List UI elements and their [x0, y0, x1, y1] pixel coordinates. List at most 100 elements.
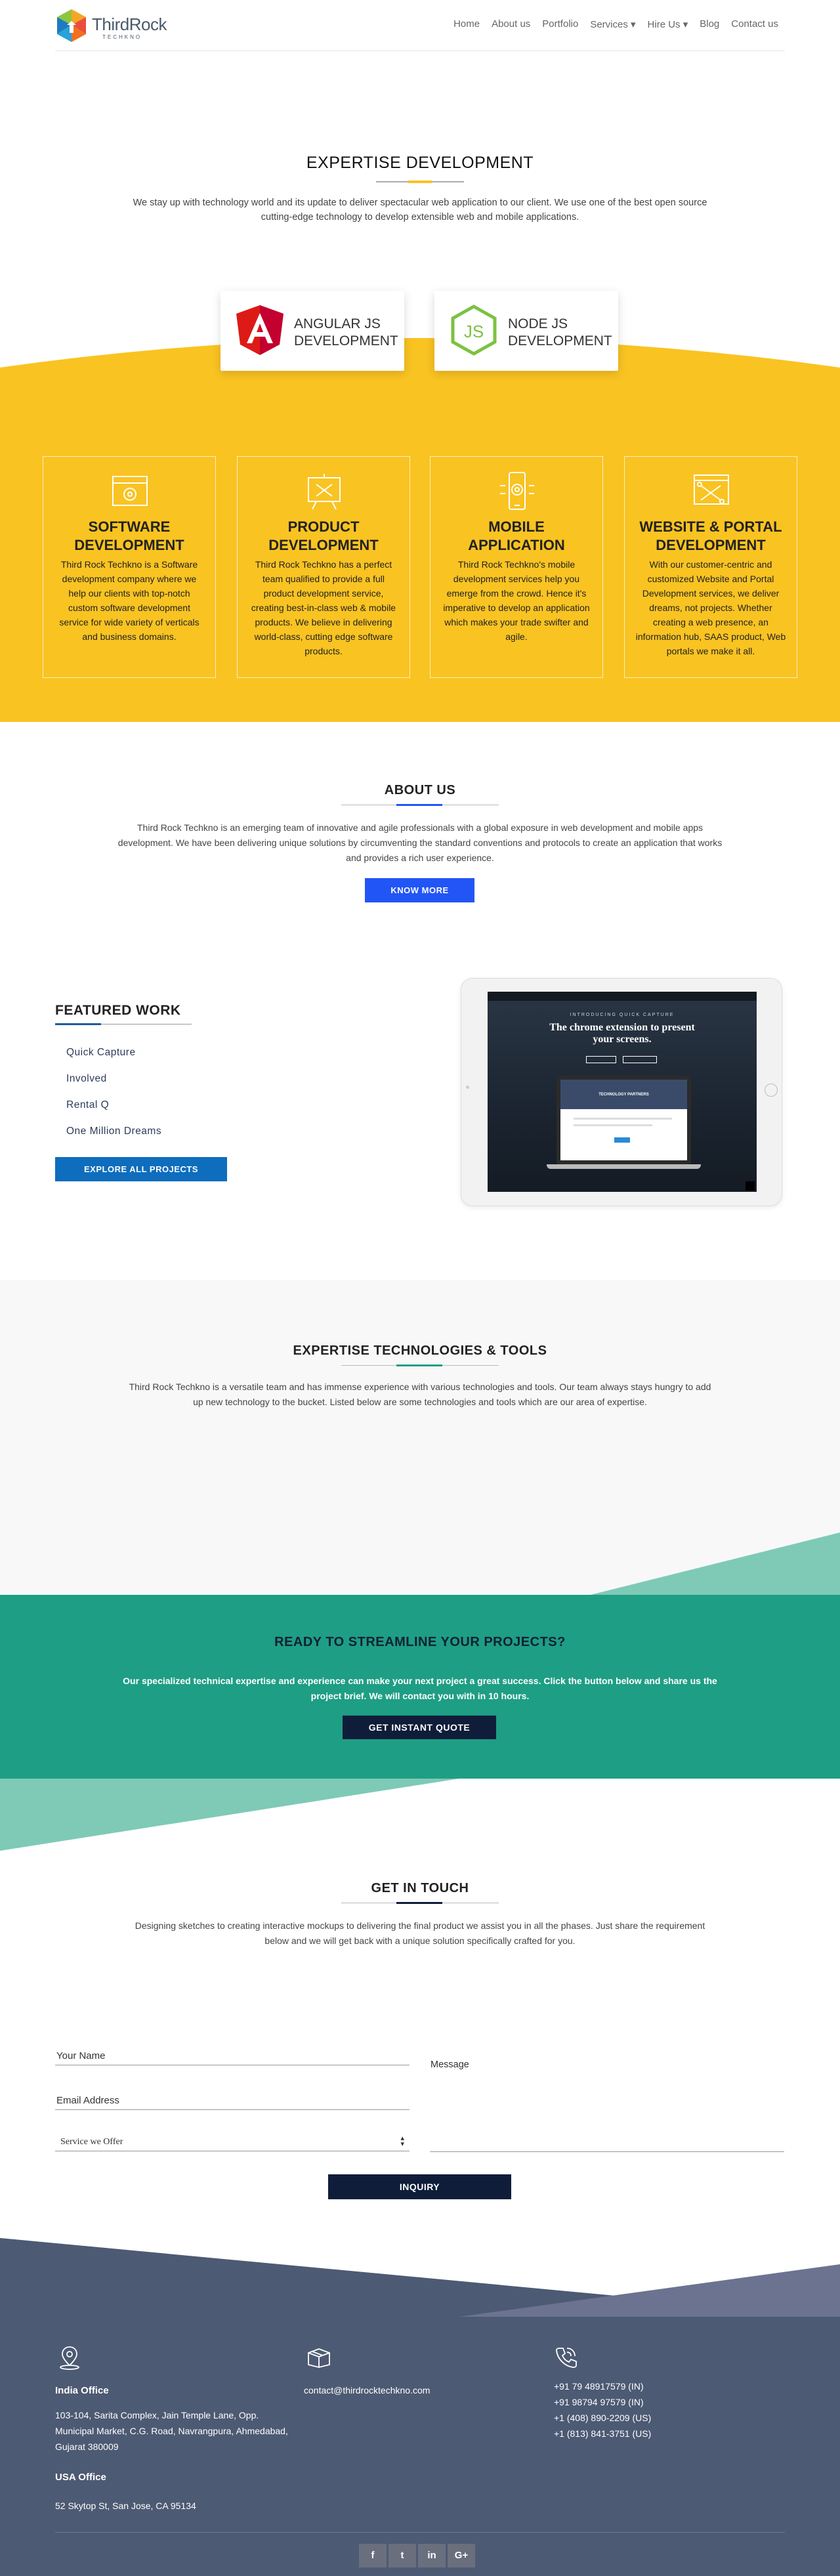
phone-number[interactable]: +91 79 48917579 (IN)	[554, 2378, 651, 2394]
service-title-line2: DEVELOPMENT	[74, 537, 184, 553]
india-office-address: 103-104, Sarita Complex, Jain Temple Lan…	[55, 2410, 288, 2452]
main-nav: Home About us Portfolio Services ▾ Hire …	[442, 18, 778, 30]
contact-title-accent	[396, 1902, 442, 1904]
screenshot-btn-1	[586, 1056, 616, 1063]
contact-title: GET IN TOUCH	[371, 1881, 469, 1895]
featured-item-quick-capture[interactable]: Quick Capture	[66, 1047, 136, 1059]
featured-item-involved[interactable]: Involved	[66, 1073, 107, 1085]
service-title: WEBSITE & PORTAL DEVELOPMENT	[631, 518, 790, 555]
mobile-gear-icon	[500, 472, 534, 510]
nodejs-icon: JS	[451, 305, 497, 356]
settings-window-icon	[112, 476, 148, 506]
angular-icon	[236, 305, 284, 355]
tablet-camera	[466, 1086, 469, 1089]
usa-office-address: 52 Skytop St, San Jose, CA 95134	[55, 2501, 196, 2511]
phone-number[interactable]: +1 (408) 890-2209 (US)	[554, 2410, 651, 2426]
service-title-line2: DEVELOPMENT	[268, 537, 379, 553]
nodejs-card-label: NODE JS DEVELOPMENT	[508, 316, 612, 350]
nav-about[interactable]: About us	[492, 18, 530, 30]
angular-card[interactable]: ANGULAR JS DEVELOPMENT	[220, 291, 404, 371]
phone-number[interactable]: +1 (813) 841-3751 (US)	[554, 2426, 651, 2441]
email-label: Email Address	[56, 2095, 119, 2106]
service-title-line2: DEVELOPMENT	[656, 537, 766, 553]
india-office-title: India Office	[55, 2385, 109, 2396]
service-mobile[interactable]: MOBILE APPLICATION Third Rock Techkno's m…	[430, 456, 603, 678]
google-plus-icon[interactable]: G+	[448, 2544, 475, 2567]
inquiry-button[interactable]: INQUIRY	[328, 2174, 511, 2199]
service-title: MOBILE APPLICATION	[437, 518, 596, 555]
service-select-value: Service we Offer	[60, 2137, 123, 2147]
tools-title: EXPERTISE TECHNOLOGIES & TOOLS	[293, 1343, 547, 1358]
about-title-accent	[396, 804, 442, 806]
message-field[interactable]	[430, 2151, 784, 2152]
angular-card-line2: DEVELOPMENT	[294, 333, 398, 348]
screenshot-btn-2	[623, 1056, 657, 1063]
know-more-button[interactable]: KNOW MORE	[365, 878, 474, 902]
service-title-line1: WEBSITE & PORTAL	[639, 518, 782, 535]
featured-item-rental-q[interactable]: Rental Q	[66, 1099, 109, 1111]
explore-projects-button[interactable]: EXPLORE ALL PROJECTS	[55, 1157, 227, 1181]
nav-contact[interactable]: Contact us	[731, 18, 778, 30]
laptop-heading: TECHNOLOGY PARTNERS	[598, 1093, 649, 1097]
service-website[interactable]: WEBSITE & PORTAL DEVELOPMENT With our cus…	[624, 456, 797, 678]
linkedin-icon[interactable]: in	[418, 2544, 446, 2567]
laptop-base	[547, 1164, 701, 1169]
logo[interactable]: ThirdRock TECHKNO	[55, 8, 167, 43]
tablet-mockup: INTRODUCING QUICK CAPTURE The chrome ext…	[461, 978, 782, 1206]
nodejs-card-line1: NODE JS	[508, 316, 568, 331]
service-title: PRODUCT DEVELOPMENT	[244, 518, 403, 555]
service-desc: Third Rock Techkno's mobile development …	[443, 559, 590, 642]
nodejs-card[interactable]: JS NODE JS DEVELOPMENT	[434, 291, 618, 371]
featured-title: FEATURED WORK	[55, 1003, 181, 1018]
screenshot-headline-line1: The chrome extension to present	[549, 1022, 695, 1033]
angular-card-label: ANGULAR JS DEVELOPMENT	[294, 316, 398, 350]
mail-box-icon	[308, 2348, 330, 2368]
contact-email[interactable]: contact@thirdrocktechkno.com	[304, 2382, 430, 2398]
expertise-text: We stay up with technology world and its…	[133, 198, 707, 222]
nav-services[interactable]: Services ▾	[590, 18, 635, 30]
phone-icon	[556, 2348, 577, 2368]
logo-subtitle: TECHKNO	[102, 34, 142, 40]
tools-title-accent	[396, 1364, 442, 1366]
twitter-icon[interactable]: t	[388, 2544, 416, 2567]
get-quote-button[interactable]: GET INSTANT QUOTE	[343, 1716, 496, 1739]
select-arrows-icon: ▴ ▾	[400, 2134, 404, 2148]
site-header: ThirdRock TECHKNO Home About us Portfoli…	[0, 0, 840, 53]
usa-office-title: USA Office	[55, 2472, 106, 2483]
nav-blog[interactable]: Blog	[700, 18, 719, 30]
service-select[interactable]: Service we Offer ▴ ▾	[55, 2133, 410, 2151]
facebook-icon[interactable]: f	[359, 2544, 387, 2567]
service-title-line2: APPLICATION	[468, 537, 565, 553]
screenshot-laptop: TECHNOLOGY PARTNERS	[556, 1076, 691, 1164]
tablet-home-button	[765, 1084, 778, 1097]
expertise-title: EXPERTISE DEVELOPMENT	[306, 154, 534, 172]
project-screenshot[interactable]: INTRODUCING QUICK CAPTURE The chrome ext…	[488, 992, 757, 1192]
email-field[interactable]	[55, 2109, 410, 2110]
screenshot-headline: The chrome extension to present your scre…	[488, 1022, 757, 1045]
service-software[interactable]: SOFTWARE DEVELOPMENT Third Rock Techkno i…	[43, 456, 216, 678]
featured-title-accent	[55, 1023, 101, 1025]
service-title-line1: PRODUCT	[287, 518, 360, 535]
service-title-line1: MOBILE	[488, 518, 545, 535]
presentation-board-icon	[308, 474, 341, 510]
service-desc: With our customer-centric and customized…	[635, 559, 786, 656]
service-desc: Third Rock Techkno is a Software develop…	[59, 559, 200, 642]
svg-text:JS: JS	[464, 322, 484, 341]
laptop-line	[574, 1124, 652, 1126]
cta-title: READY TO STREAMLINE YOUR PROJECTS?	[274, 1635, 566, 1649]
laptop-line	[574, 1118, 672, 1120]
service-desc: Third Rock Techkno has a perfect team qu…	[251, 559, 396, 656]
featured-item-one-million-dreams[interactable]: One Million Dreams	[66, 1126, 161, 1137]
phone-number[interactable]: +91 98794 97579 (IN)	[554, 2394, 651, 2410]
service-product[interactable]: PRODUCT DEVELOPMENT Third Rock Techkno ha…	[237, 456, 410, 678]
browser-tools-icon	[694, 475, 729, 505]
expertise-title-accent	[408, 180, 432, 183]
nav-hire-us[interactable]: Hire Us ▾	[648, 18, 688, 30]
service-title-line1: SOFTWARE	[88, 518, 171, 535]
contact-text: Designing sketches to creating interacti…	[135, 1920, 705, 1946]
nav-portfolio[interactable]: Portfolio	[542, 18, 578, 30]
about-title: ABOUT US	[384, 783, 456, 797]
nav-home[interactable]: Home	[453, 18, 480, 30]
laptop-button	[614, 1137, 630, 1143]
logo-name: ThirdRock	[92, 14, 167, 34]
